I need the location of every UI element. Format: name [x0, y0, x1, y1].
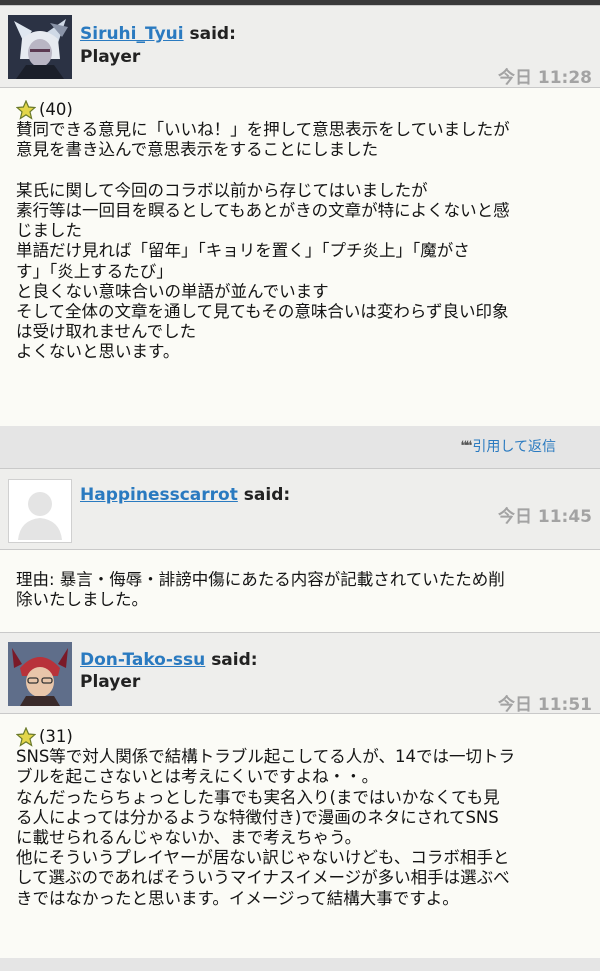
- body-line: 理由: 暴言・侮辱・誹謗中傷にあたる内容が記載されていたため削: [16, 570, 505, 589]
- body-line: そして全体の文章を通して見てもその意味合いは変わらず良い印象: [16, 301, 509, 321]
- body-line: 某氏に関して今回のコラボ以前から存じてはいましたが: [16, 180, 428, 200]
- body-line: 他にそういうプレイヤーが居ない訳じゃないけども、コラボ相手と: [16, 848, 510, 868]
- post-timestamp: 今日 11:45: [497, 507, 592, 527]
- star-icon: [16, 727, 36, 747]
- body-line: SNS等で対人関係で結構トラブル起こしてる人が、14では一切トラ: [16, 747, 515, 767]
- author-line: Don-Tako-ssu said:: [80, 649, 258, 671]
- post-timestamp: 今日 11:51: [497, 695, 592, 715]
- body-line: して選ぶのであればそういうマイナスイメージが多い相手は選ぶべ: [16, 868, 510, 888]
- post-timestamp: 今日 11:28: [497, 68, 592, 88]
- rating-count: (40): [39, 100, 73, 119]
- said-label: said:: [243, 485, 291, 505]
- author-line: Siruhi_Tyui said:: [80, 23, 236, 45]
- quote-reply-label: 引用して返信: [472, 439, 556, 455]
- post-body: (40) 賛同できる意見に「いいね！」を押して意思表示をしていましたが 意見を書…: [0, 88, 600, 426]
- reply-bar: [0, 958, 600, 971]
- body-line: [16, 161, 584, 181]
- post-header: Happinesscarrot said: 今日 11:45: [0, 468, 600, 550]
- quote-icon: ❝❝: [460, 438, 472, 454]
- author-line: Happinesscarrot said:: [80, 484, 290, 506]
- rating-count: (31): [39, 727, 73, 746]
- author-role: Player: [80, 47, 141, 67]
- body-line: よくないと思います。: [16, 342, 180, 362]
- body-line: なんだったらちょっとした事でも実名入り(まではいかなくても見: [16, 787, 500, 807]
- said-label: said:: [189, 24, 236, 44]
- star-icon: [16, 100, 36, 120]
- author-link[interactable]: Don-Tako-ssu: [80, 650, 205, 670]
- body-line: る人によっては分かるような特徴付き)で漫画のネタにされてSNS: [16, 807, 499, 827]
- avatar-image-icon: [8, 15, 72, 79]
- author-link[interactable]: Happinesscarrot: [80, 485, 238, 505]
- body-line: は受け取れませんでした: [16, 322, 197, 342]
- body-line: 素行等は一回目を瞑るとしてもあとがきの文章が特によくないと感: [16, 200, 510, 220]
- post-body: (31) SNS等で対人関係で結構トラブル起こしてる人が、14では一切トラ ブル…: [0, 714, 600, 958]
- body-line: 意見を書き込んで意思表示をすることにしました: [16, 140, 379, 160]
- avatar-image-icon: [8, 642, 72, 706]
- reply-bar: ❝❝ 引用して返信: [0, 426, 600, 468]
- avatar[interactable]: [8, 642, 72, 706]
- avatar[interactable]: [8, 479, 72, 543]
- rating[interactable]: (31): [16, 727, 584, 747]
- default-avatar-icon: [9, 480, 71, 542]
- post-header: Siruhi_Tyui said: Player 今日 11:28: [0, 5, 600, 88]
- body-line: と良くない意味合いの単語が並んでいます: [16, 281, 329, 301]
- rating[interactable]: (40): [16, 100, 584, 120]
- body-line: 除いたしました。: [16, 590, 148, 610]
- avatar[interactable]: [8, 15, 72, 79]
- body-line: に載せられるんじゃないか、まで考えちゃう。: [16, 827, 362, 847]
- post-body: 理由: 暴言・侮辱・誹謗中傷にあたる内容が記載されていたため削 除いたしました。: [0, 550, 600, 632]
- body-line: 単語だけ見れば「留年」「キョリを置く」「プチ炎上」「魔がさ: [16, 241, 470, 261]
- body-line: じました: [16, 221, 82, 241]
- said-label: said:: [211, 650, 258, 670]
- body-line: きではなかったと思います。イメージって結構大事ですよ。: [16, 888, 459, 908]
- author-link[interactable]: Siruhi_Tyui: [80, 24, 184, 44]
- body-line: 賛同できる意見に「いいね！」を押して意思表示をしていましたが: [16, 120, 510, 140]
- quote-reply-button[interactable]: ❝❝ 引用して返信: [460, 436, 556, 456]
- author-role: Player: [80, 672, 141, 692]
- body-line: す」「炎上するたび」: [16, 261, 173, 281]
- body-line: ブルを起こさないとは考えにくいですよね・・。: [16, 767, 379, 787]
- post-header: Don-Tako-ssu said: Player 今日 11:51: [0, 632, 600, 715]
